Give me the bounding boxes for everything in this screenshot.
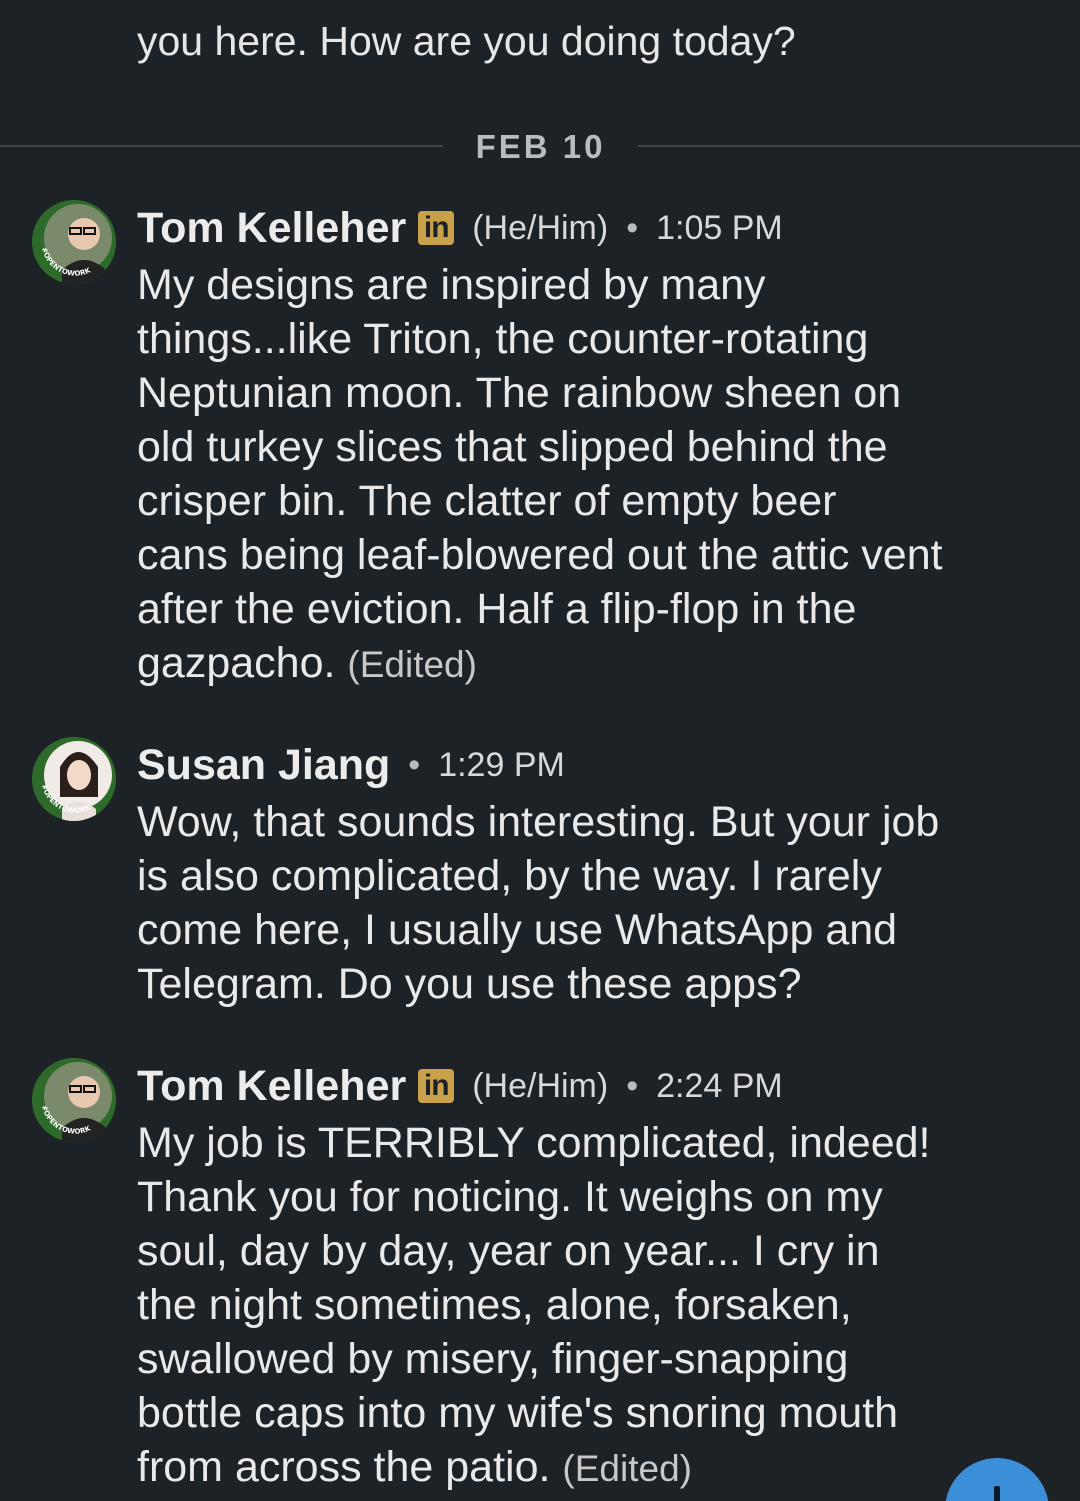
avatar[interactable]: #OPENTOWORK [32, 737, 116, 821]
previous-message-text: you here. How are you doing today? [137, 18, 796, 64]
sender-name[interactable]: Susan Jiang [137, 741, 390, 790]
pronouns: (He/Him) [472, 1066, 609, 1105]
message-header: Tom Kelleher in (He/Him) • 1:05 PM [137, 200, 1020, 256]
message-text: Wow, that sounds interesting. But your j… [137, 798, 940, 1008]
message-text-content: My job is TERRIBLY complicated, indeed! … [137, 1119, 931, 1491]
date-divider: FEB 10 [0, 125, 1080, 169]
separator-dot: • [626, 208, 639, 247]
message-text-content: My designs are inspired by many things..… [137, 261, 943, 687]
edited-label: (Edited) [562, 1448, 692, 1489]
message-time: 1:29 PM [438, 745, 565, 784]
pronouns: (He/Him) [472, 208, 609, 247]
edited-label: (Edited) [347, 644, 477, 685]
message-text: My job is TERRIBLY complicated, indeed! … [137, 1116, 1020, 1496]
opentowork-avatar-icon: #OPENTOWORK [32, 1058, 116, 1142]
linkedin-premium-icon: in [418, 1069, 455, 1103]
date-label: FEB 10 [475, 128, 606, 165]
separator-dot: • [626, 1066, 639, 1105]
separator-dot: • [408, 745, 421, 784]
sender-name[interactable]: Tom Kelleher [137, 1062, 406, 1111]
message-text: My designs are inspired by many things..… [137, 258, 1020, 692]
conversation-view: you here. How are you doing today? FEB 1… [0, 0, 1080, 1501]
plus-icon [994, 1486, 1000, 1501]
opentowork-avatar-icon: #OPENTOWORK [32, 200, 116, 284]
message-time: 1:05 PM [656, 208, 783, 247]
divider-line-right [638, 145, 1080, 147]
message-header: Susan Jiang • 1:29 PM [137, 737, 1020, 793]
avatar[interactable]: #OPENTOWORK [32, 200, 116, 284]
message-time: 2:24 PM [656, 1066, 783, 1105]
avatar[interactable]: #OPENTOWORK [32, 1058, 116, 1142]
divider-line-left [0, 145, 443, 147]
opentowork-avatar-icon: #OPENTOWORK [32, 737, 116, 821]
sender-name[interactable]: Tom Kelleher [137, 204, 406, 253]
message-header: Tom Kelleher in (He/Him) • 2:24 PM [137, 1058, 1020, 1114]
linkedin-premium-icon: in [418, 211, 455, 245]
